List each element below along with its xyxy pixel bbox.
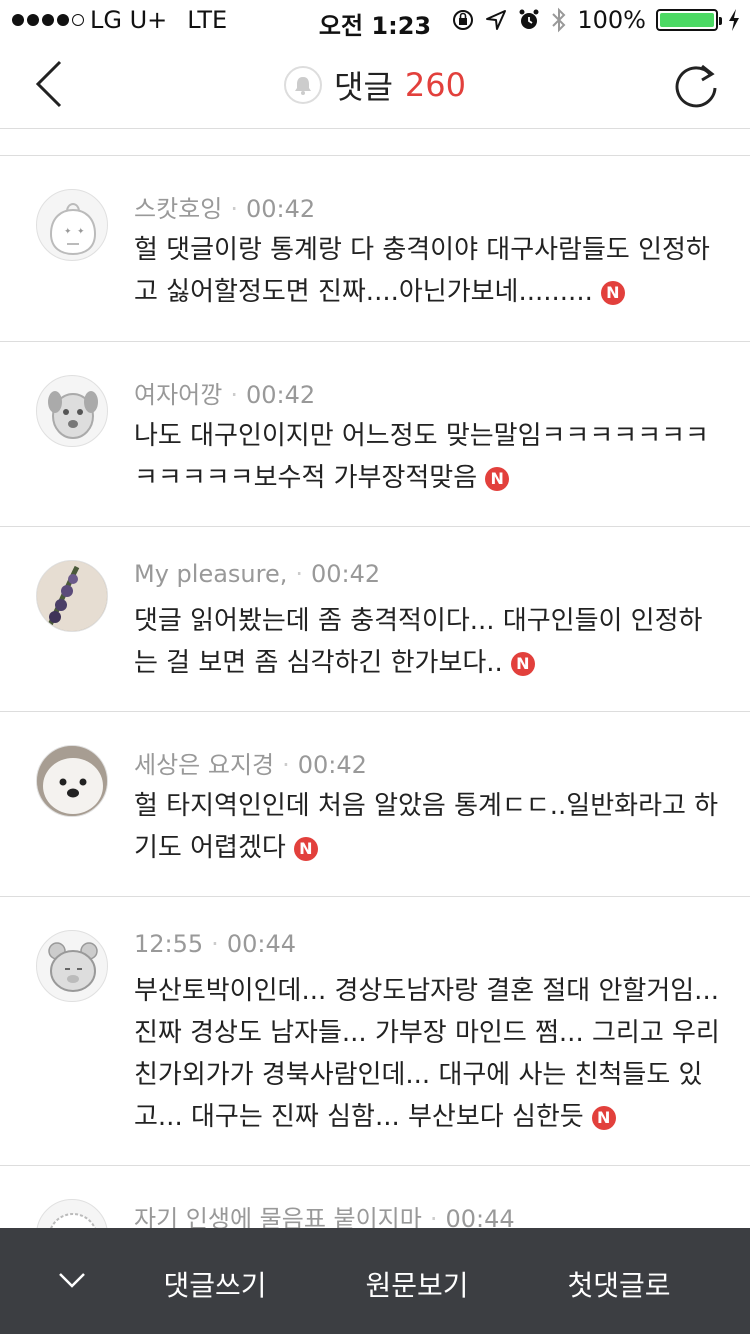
comment-count: 260 <box>404 66 466 104</box>
bottom-tab-bar: 댓글쓰기 원문보기 첫댓글로 <box>0 1228 750 1334</box>
comment-body: 부산토박이인데... 경상도남자랑 결혼 절대 안할거임... 진짜 경상도 남… <box>134 970 724 1138</box>
avatar[interactable] <box>36 930 108 1002</box>
battery-icon <box>656 9 722 31</box>
first-comment-button[interactable]: 첫댓글로 <box>554 1264 684 1304</box>
comment-item[interactable]: 여자어깡 · 00:42 나도 대구인이지만 어느정도 맞는말임ㅋㅋㅋㅋㅋㅋㅋㅋㅋㅋ… <box>0 342 750 527</box>
comment-body: 댓글 읽어봤는데 좀 충격적이다... 대구인들이 인정하는 걸 보면 좀 심각… <box>134 600 724 684</box>
nav-bar: 댓글 260 <box>0 40 750 129</box>
view-original-button[interactable]: 원문보기 <box>352 1264 482 1304</box>
refresh-button[interactable] <box>672 58 720 110</box>
avatar[interactable]: ✦ ✦ <box>36 189 108 261</box>
comment-author[interactable]: 12:55 <box>134 930 203 958</box>
comment-body: 나도 대구인이지만 어느정도 맞는말임ㅋㅋㅋㅋㅋㅋㅋㅋㅋㅋㅋㅋ보수적 가부장적맞… <box>134 415 724 499</box>
avatar[interactable] <box>36 375 108 447</box>
svg-text:✦: ✦ <box>64 227 72 237</box>
write-comment-button[interactable]: 댓글쓰기 <box>150 1264 280 1304</box>
notification-bell-button[interactable] <box>284 66 323 104</box>
comment-time: 00:42 <box>297 751 367 779</box>
comment-time: 00:42 <box>311 560 381 588</box>
comment-author[interactable]: My pleasure, <box>134 560 287 588</box>
avatar-dog-icon <box>48 391 98 439</box>
status-bar: LG U+ LTE 오전 1:23 100% <box>0 0 750 40</box>
comment-item[interactable]: ✦ ✦ 스캇호잉 · 00:42 헐 댓글이랑 통계랑 다 충격이야 대구사람들도 인… <box>0 156 750 342</box>
page-title: 댓글 <box>334 68 393 106</box>
comment-list: ✦ ✦ 스캇호잉 · 00:42 헐 댓글이랑 통계랑 다 충격이야 대구사람들도 인… <box>0 155 750 1286</box>
new-badge: N <box>293 836 318 861</box>
avatar-character-icon: ✦ ✦ <box>49 203 97 256</box>
comment-item[interactable]: 12:55 · 00:44 부산토박이인데... 경상도남자랑 결혼 절대 안할거임… <box>0 897 750 1166</box>
collapse-button[interactable] <box>54 1266 90 1296</box>
refresh-icon <box>675 64 717 108</box>
new-badge: N <box>600 280 625 305</box>
new-badge: N <box>485 466 510 491</box>
comment-time: 00:44 <box>226 930 296 958</box>
comment-author[interactable]: 세상은 요지경 <box>134 751 274 779</box>
comment-text: 헐 타지역인인데 처음 알았음 통계ㄷㄷ..일반화라고 하기도 어렵겠다 <box>134 791 719 863</box>
orientation-lock-icon <box>453 10 474 30</box>
bell-icon <box>295 77 312 95</box>
avatar[interactable] <box>36 560 108 632</box>
comment-author[interactable]: 여자어깡 <box>134 381 222 409</box>
comment-time: 00:42 <box>245 381 316 409</box>
comment-item[interactable]: 세상은 요지경 · 00:42 헐 타지역인인데 처음 알았음 통계ㄷㄷ..일반화라… <box>0 712 750 897</box>
location-icon <box>486 10 507 30</box>
comment-author[interactable]: 스캇호잉 <box>134 195 222 223</box>
avatar-flower-photo-icon <box>37 561 107 631</box>
alarm-icon <box>519 9 539 29</box>
comment-body: 헐 댓글이랑 통계랑 다 충격이야 대구사람들도 인정하고 싫어할정도면 진짜.… <box>134 229 724 313</box>
charging-icon <box>729 9 739 31</box>
battery-percent: 100% <box>577 6 646 34</box>
comment-text: 나도 대구인이지만 어느정도 맞는말임ㅋㅋㅋㅋㅋㅋㅋㅋㅋㅋㅋㅋ보수적 가부장적맞… <box>134 421 709 493</box>
svg-text:✦: ✦ <box>77 227 85 237</box>
comment-item[interactable]: My pleasure, · 00:42 댓글 읽어봤는데 좀 충격적이다... 대… <box>0 527 750 712</box>
comment-text: 댓글 읽어봤는데 좀 충격적이다... 대구인들이 인정하는 걸 보면 좀 심각… <box>134 606 703 678</box>
bluetooth-icon <box>552 7 566 33</box>
avatar-bear-icon <box>48 942 98 992</box>
chevron-down-icon <box>59 1273 85 1288</box>
new-badge: N <box>591 1105 616 1130</box>
comment-text: 부산토박이인데... 경상도남자랑 결혼 절대 안할거임... 진짜 경상도 남… <box>134 976 720 1132</box>
new-badge: N <box>510 651 535 676</box>
comment-body: 헐 타지역인인데 처음 알았음 통계ㄷㄷ..일반화라고 하기도 어렵겠다 N <box>134 785 724 869</box>
avatar[interactable] <box>36 745 108 817</box>
comment-time: 00:42 <box>245 195 316 223</box>
avatar-dog-photo-icon <box>37 746 107 816</box>
